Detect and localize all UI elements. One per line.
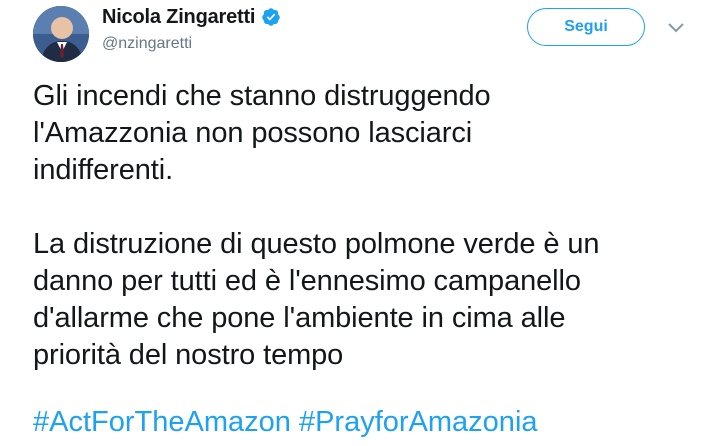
user-avatar-icon <box>33 6 89 62</box>
avatar[interactable] <box>33 6 89 62</box>
handle[interactable]: @nzingaretti <box>102 35 281 53</box>
follow-button[interactable]: Segui <box>527 8 645 46</box>
hashtag-link[interactable]: #PrayforAmazonia <box>299 406 538 438</box>
tweet-line: La distruzione di questo polmone verde è… <box>33 228 600 260</box>
tweet-line: Gli incendi che stanno distruggendo <box>33 80 491 112</box>
tweet-line: priorità del nostro tempo <box>33 339 344 371</box>
tweet-line: indifferenti. <box>33 154 174 186</box>
author-info: Nicola Zingaretti @nzingaretti <box>102 4 281 53</box>
verified-badge-icon <box>261 7 281 27</box>
tweet-line: danno per tutti ed è l'ennesimo campanel… <box>33 265 581 297</box>
tweet-text: Gli incendi che stanno distruggendo l'Am… <box>33 78 703 374</box>
tweet-line: l'Amazzonia non possono lasciarci <box>33 117 473 149</box>
hashtag-link[interactable]: #ActForTheAmazon <box>33 406 291 438</box>
hashtag-row: #ActForTheAmazon #PrayforAmazonia <box>33 404 713 441</box>
tweet-line: d'allarme che pone l'ambiente in cima al… <box>33 302 566 334</box>
name-row: Nicola Zingaretti <box>102 4 281 30</box>
tweet-header: Nicola Zingaretti @nzingaretti Segui <box>0 0 720 70</box>
tweet-paragraph-1: Gli incendi che stanno distruggendo l'Am… <box>33 78 703 189</box>
chevron-down-icon[interactable] <box>664 20 688 36</box>
display-name[interactable]: Nicola Zingaretti <box>102 6 255 29</box>
tweet-paragraph-2: La distruzione di questo polmone verde è… <box>33 226 703 374</box>
